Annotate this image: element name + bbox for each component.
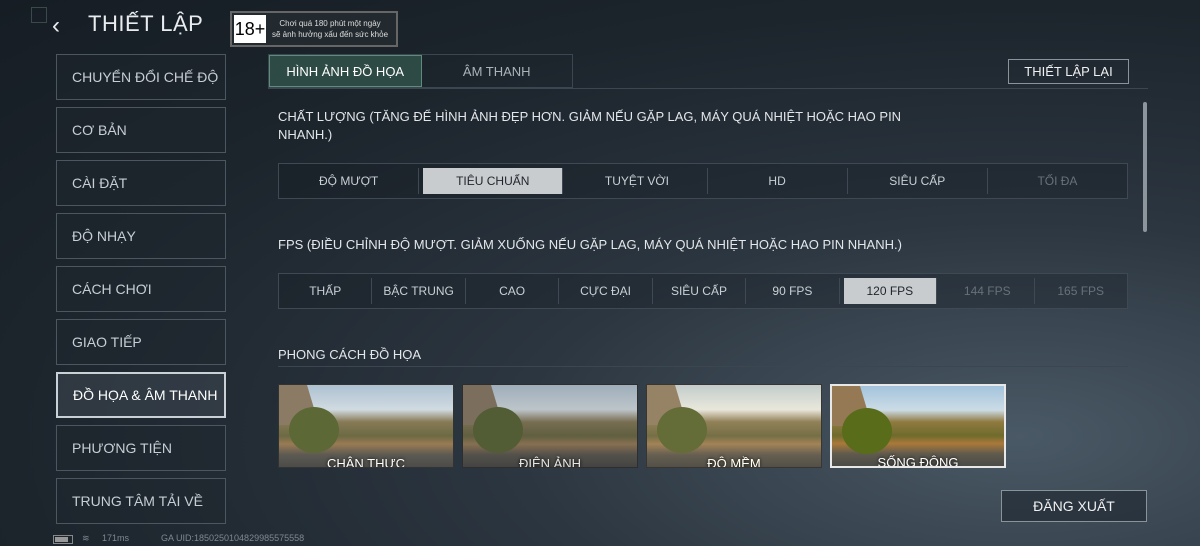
fps-option[interactable]: CAO (466, 278, 560, 304)
ping-text: 171ms (102, 533, 130, 543)
graphics-style-option[interactable]: CHÂN THỰC (278, 384, 454, 468)
fps-option[interactable]: CỰC ĐẠI (559, 278, 653, 304)
sidebar-item[interactable]: CƠ BẢN (56, 107, 226, 153)
graphics-style-list: CHÂN THỰC ĐIỆN ẢNH ĐỘ MỀM SỐNG ĐỘNG (278, 384, 1006, 468)
fps-option[interactable]: 165 FPS (1035, 278, 1127, 304)
scene-image (473, 407, 523, 453)
age-rating-notice: 18+ Chơi quá 180 phút một ngày sẽ ảnh hưở… (230, 11, 398, 47)
scene-image (289, 407, 339, 453)
logout-button[interactable]: ĐĂNG XUẤT (1001, 490, 1147, 522)
scene-image (657, 407, 707, 453)
style-label: CHÂN THỰC (326, 456, 406, 468)
quality-option[interactable]: TUYỆT VỜI (567, 168, 708, 194)
tab-graphics[interactable]: HÌNH ẢNH ĐỒ HỌA (269, 55, 422, 87)
sidebar-item[interactable]: CHUYỂN ĐỔI CHẾ ĐỘ (56, 54, 226, 100)
sidebar-item[interactable]: CÁCH CHƠI (56, 266, 226, 312)
fps-option[interactable]: BẬC TRUNG (372, 278, 466, 304)
back-icon[interactable]: ‹ (52, 12, 60, 40)
reset-button[interactable]: THIẾT LẬP LẠI (1008, 59, 1129, 84)
quality-option[interactable]: SIÊU CẤP (848, 168, 988, 194)
battery-icon (53, 535, 73, 544)
fps-heading: FPS (ĐIỀU CHỈNH ĐỘ MƯỢT. GIẢM XUỐNG NẾU … (278, 237, 902, 252)
fps-option[interactable]: 90 FPS (746, 278, 840, 304)
age-warning-line: sẽ ảnh hưởng xấu đến sức khỏe (271, 30, 389, 39)
sidebar-item[interactable]: PHƯƠNG TIỆN (56, 425, 226, 471)
sidebar-item[interactable]: GIAO TIẾP (56, 319, 226, 365)
quality-selector: ĐỘ MƯỢT TIÊU CHUẨN TUYỆT VỜI HD SIÊU CẤP TỐI … (278, 163, 1128, 199)
style-label: ĐỘ MỀM (707, 456, 761, 468)
fps-option[interactable]: SIÊU CẤP (653, 278, 747, 304)
style-label: SỐNG ĐỘNG (877, 455, 959, 468)
graphics-style-option[interactable]: ĐIỆN ẢNH (462, 384, 638, 468)
quality-heading: CHẤT LƯỢNG (TĂNG ĐỂ HÌNH ẢNH ĐẸP HƠN. GI… (278, 109, 902, 142)
sidebar-item[interactable]: ĐỒ HỌA & ÂM THANH (56, 372, 226, 418)
age-badge: 18+ (234, 15, 266, 43)
quality-option[interactable]: TỐI ĐA (988, 168, 1127, 194)
divider (278, 366, 1128, 367)
sidebar-item[interactable]: TRUNG TÂM TẢI VỀ (56, 478, 226, 524)
graphics-style-option[interactable]: SỐNG ĐỘNG (830, 384, 1006, 468)
sidebar-item[interactable]: ĐỘ NHẠY (56, 213, 226, 259)
style-heading: PHONG CÁCH ĐỒ HỌA (278, 347, 422, 362)
sidebar-item[interactable]: CÀI ĐẶT (56, 160, 226, 206)
fps-selector: THẤP BẬC TRUNG CAO CỰC ĐẠI SIÊU CẤP 90 FPS 120… (278, 273, 1128, 309)
style-label: ĐIỆN ẢNH (518, 456, 582, 468)
scene-image (842, 408, 892, 454)
tab-sound[interactable]: ÂM THANH (422, 55, 573, 87)
age-warning: Chơi quá 180 phút một ngày sẽ ảnh hưởng x… (266, 18, 394, 40)
quality-option[interactable]: TIÊU CHUẨN (423, 168, 564, 194)
tab-bar: HÌNH ẢNH ĐỒ HỌA ÂM THANH (268, 54, 573, 88)
uid-text: GA UID:1850250104829985575558 (161, 533, 305, 543)
wifi-icon: ≋ (82, 533, 90, 543)
fps-option[interactable]: THẤP (279, 278, 373, 304)
fps-option[interactable]: 144 FPS (941, 278, 1035, 304)
age-warning-line: Chơi quá 180 phút một ngày (279, 19, 381, 28)
quality-option[interactable]: HD (708, 168, 848, 194)
quality-option[interactable]: ĐỘ MƯỢT (279, 168, 420, 194)
scrollbar[interactable] (1143, 102, 1147, 232)
corner-box (31, 7, 47, 23)
graphics-style-option[interactable]: ĐỘ MỀM (646, 384, 822, 468)
fps-option[interactable]: 120 FPS (843, 278, 938, 304)
divider (268, 88, 1148, 89)
page-title: THIẾT LẬP (88, 11, 204, 36)
